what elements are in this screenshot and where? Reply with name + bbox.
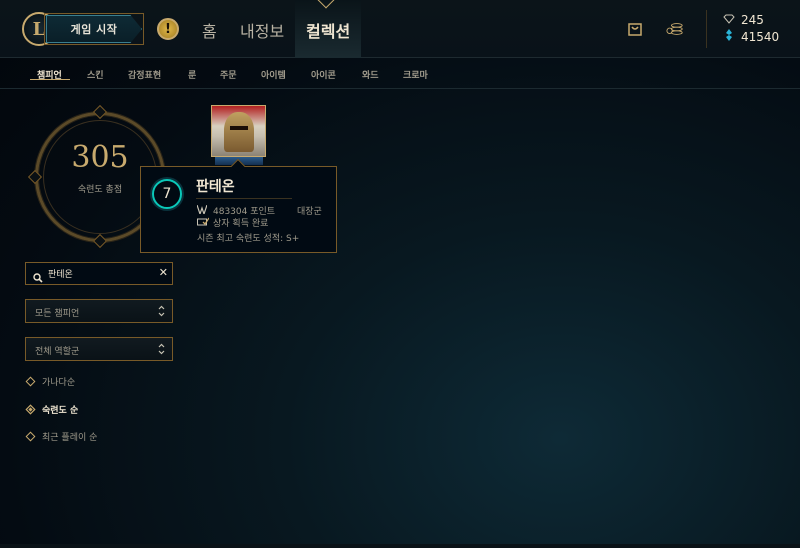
tab-runes[interactable]: 룬 <box>188 68 196 81</box>
mastery-total-label: 숙련도 총점 <box>77 185 123 195</box>
role-filter-dropdown[interactable]: 전체 역할군 <box>25 337 173 361</box>
header-divider <box>706 10 707 48</box>
champion-card-pantheon[interactable] <box>211 105 266 157</box>
champion-filter-value: 모든 챔피언 <box>35 309 80 319</box>
chest-status: 상자 획득 완료 <box>213 219 269 229</box>
tooltip-divider <box>196 198 292 199</box>
blue-essence-icon <box>723 29 735 44</box>
be-amount: 41540 <box>741 29 780 44</box>
tab-items[interactable]: 아이템 <box>261 68 286 81</box>
champion-portrait <box>224 112 254 152</box>
store-icon[interactable] <box>626 20 644 38</box>
chevron-updown-icon <box>158 305 165 320</box>
nav-profile[interactable]: 내정보 <box>240 18 284 42</box>
radio-diamond-icon <box>25 431 36 442</box>
tab-skins[interactable]: 스킨 <box>87 68 104 81</box>
be-balance[interactable]: 41540 <box>723 29 779 44</box>
tab-active-underline <box>30 79 70 80</box>
sort-mastery-label: 숙련도 순 <box>42 406 79 416</box>
rp-amount: 245 <box>741 13 764 27</box>
collection-subnav <box>0 58 800 88</box>
radio-diamond-icon <box>25 376 36 387</box>
chest-icon <box>197 217 210 229</box>
sort-recent[interactable]: 최근 플레이 순 <box>25 430 98 443</box>
champion-name: 판테온 <box>196 179 235 195</box>
nav-collection[interactable]: 컬렉션 <box>306 18 350 42</box>
champion-filter-dropdown[interactable]: 모든 챔피언 <box>25 299 173 323</box>
radio-diamond-selected-icon <box>25 404 36 415</box>
chest-status-row: 상자 획득 완료 <box>197 216 268 229</box>
sort-mastery[interactable]: 숙련도 순 <box>25 403 79 416</box>
mastery-level-badge: 7 <box>152 179 182 209</box>
mastery-points-icon <box>196 204 208 217</box>
sort-alphabetical[interactable]: 가나다순 <box>25 375 76 388</box>
rp-balance[interactable]: 245 <box>723 13 764 27</box>
tab-chromas[interactable]: 크로마 <box>403 68 428 81</box>
alert-icon[interactable]: ! <box>157 18 179 40</box>
nav-home[interactable]: 홈 <box>202 18 217 42</box>
rp-icon <box>723 13 735 27</box>
mastery-total-score: 305 <box>71 140 129 175</box>
sort-alphabetical-label: 가나다순 <box>42 378 76 388</box>
sort-recent-label: 최근 플레이 순 <box>42 433 98 443</box>
season-best-grade: 시즌 최고 숙련도 성적: S+ <box>197 234 300 244</box>
champion-visor <box>230 126 248 130</box>
search-icon <box>33 268 43 287</box>
role-filter-value: 전체 역할군 <box>35 347 80 357</box>
loot-icon[interactable] <box>666 20 684 38</box>
tab-wards[interactable]: 와드 <box>362 68 379 81</box>
subnav-divider <box>0 88 800 89</box>
search-input[interactable]: 판테온 <box>48 267 73 280</box>
bottom-edge <box>0 544 800 548</box>
tab-spells[interactable]: 주문 <box>220 68 237 81</box>
chevron-updown-icon <box>158 343 165 358</box>
mastery-rank: 대장군 <box>297 207 322 217</box>
play-button[interactable]: 게임 시작 <box>46 15 142 43</box>
tab-emotes[interactable]: 감정표현 <box>128 68 161 81</box>
champion-search[interactable]: 판테온 ✕ <box>25 262 173 285</box>
clear-search-icon[interactable]: ✕ <box>159 266 168 279</box>
tab-icons[interactable]: 아이콘 <box>311 68 336 81</box>
